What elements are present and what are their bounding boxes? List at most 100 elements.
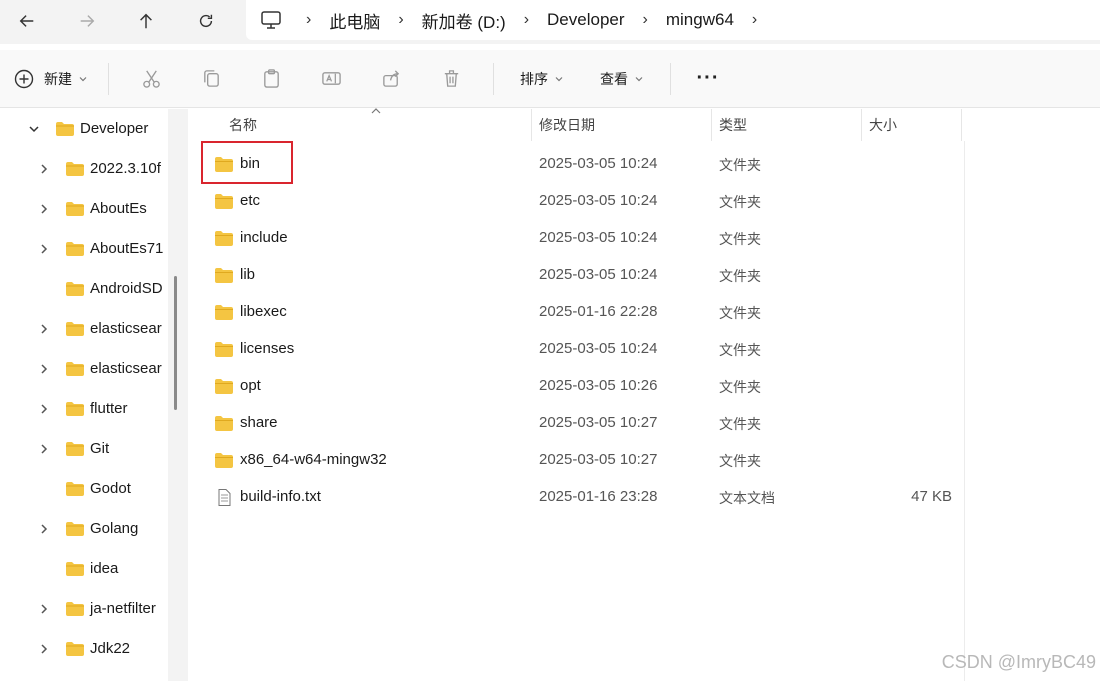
breadcrumb-item-developer[interactable]: Developer — [537, 10, 635, 30]
file-modified: 2025-01-16 22:28 — [539, 303, 658, 320]
sidebar-item[interactable]: idea — [0, 549, 168, 589]
column-header-size[interactable]: 大小 — [859, 109, 959, 141]
sidebar-item[interactable]: AboutEs71 — [0, 229, 168, 269]
file-type: 文件夹 — [719, 453, 761, 469]
column-header-modified[interactable]: 修改日期 — [529, 109, 709, 141]
back-button[interactable] — [12, 8, 42, 34]
more-options-button[interactable]: ··· — [683, 59, 733, 99]
folder-icon — [56, 122, 74, 136]
refresh-button[interactable] — [191, 8, 221, 34]
chevron-right-icon[interactable] — [37, 362, 51, 376]
column-header-type[interactable]: 类型 — [709, 109, 859, 141]
chevron-right-icon[interactable]: › — [516, 11, 537, 29]
chevron-down-icon[interactable] — [27, 122, 41, 136]
breadcrumb-item-drive-d[interactable]: 新加卷 (D:) — [412, 8, 516, 33]
chevron-right-icon[interactable] — [37, 242, 51, 256]
breadcrumb-item-this-pc[interactable]: 此电脑 — [319, 8, 390, 33]
refresh-icon — [199, 14, 213, 28]
sidebar-item[interactable]: Godot — [0, 469, 168, 509]
chevron-right-icon[interactable] — [37, 402, 51, 416]
file-row[interactable]: share 2025-03-05 10:27 文件夹 — [198, 405, 964, 442]
chevron-right-icon[interactable] — [37, 442, 51, 456]
file-name: lib — [240, 266, 256, 283]
file-row[interactable]: licenses 2025-03-05 10:24 文件夹 — [198, 331, 964, 368]
copy-icon — [203, 70, 219, 87]
chevron-right-icon[interactable] — [37, 322, 51, 336]
folder-icon — [215, 342, 233, 357]
file-name: share — [240, 414, 278, 431]
chevron-right-icon[interactable]: › — [635, 11, 656, 29]
sidebar-item[interactable]: elasticsear — [0, 309, 168, 349]
highlight-box — [201, 141, 293, 184]
sidebar-item-label: Git — [90, 440, 110, 457]
toolbar-divider — [493, 62, 494, 95]
file-row[interactable]: x86_64-w64-mingw32 2025-03-05 10:27 文件夹 — [198, 442, 964, 479]
pane-divider[interactable] — [168, 109, 188, 681]
copy-button[interactable] — [181, 59, 241, 99]
folder-icon — [215, 194, 233, 209]
chevron-right-icon[interactable] — [37, 202, 51, 216]
folder-icon — [215, 453, 233, 468]
sidebar-scrollbar[interactable] — [174, 276, 177, 410]
column-divider[interactable] — [961, 109, 962, 141]
chevron-right-icon[interactable]: › — [744, 11, 765, 29]
file-row[interactable]: build-info.txt 2025-01-16 23:28 文本文档 47 KB — [198, 479, 964, 516]
folder-icon — [66, 522, 84, 536]
chevron-right-icon[interactable]: › — [298, 11, 319, 29]
file-name: x86_64-w64-mingw32 — [240, 451, 387, 468]
folder-icon — [66, 602, 84, 616]
paste-button[interactable] — [241, 59, 301, 99]
sidebar-item-label: Developer — [80, 120, 149, 137]
file-row[interactable]: bin 2025-03-05 10:24 文件夹 — [198, 146, 964, 183]
sidebar-item[interactable]: flutter — [0, 389, 168, 429]
folder-icon — [66, 242, 84, 256]
cut-button[interactable] — [121, 59, 181, 99]
folder-icon — [66, 202, 84, 216]
file-size: 47 KB — [911, 488, 952, 505]
sidebar-item[interactable]: 2022.3.10f — [0, 149, 168, 189]
file-modified: 2025-01-16 23:28 — [539, 488, 658, 505]
chevron-right-icon[interactable] — [37, 522, 51, 536]
sidebar-item[interactable]: Golang — [0, 509, 168, 549]
share-button[interactable] — [361, 59, 421, 99]
sort-button[interactable]: 排序 — [188, 69, 578, 179]
sidebar-item[interactable]: ja-netfilter — [0, 589, 168, 629]
sidebar-item[interactable]: elasticsear — [0, 349, 168, 389]
delete-button[interactable] — [421, 59, 481, 99]
sidebar-item[interactable]: AndroidSD — [0, 269, 168, 309]
file-row[interactable]: etc 2025-03-05 10:24 文件夹 — [198, 183, 964, 220]
folder-icon — [66, 482, 84, 496]
chevron-right-icon[interactable] — [37, 602, 51, 616]
sidebar-item-developer[interactable]: Developer — [0, 109, 168, 149]
breadcrumb-item-mingw64[interactable]: mingw64 — [656, 10, 744, 30]
folder-icon — [215, 305, 233, 320]
view-button-label: 查看 — [600, 70, 628, 87]
file-modified: 2025-03-05 10:26 — [539, 377, 658, 394]
view-button[interactable]: 查看 — [188, 69, 658, 179]
file-type: 文件夹 — [719, 157, 761, 173]
arrow-right-icon — [80, 15, 95, 27]
scissors-icon — [142, 70, 160, 88]
up-button[interactable] — [131, 8, 161, 34]
chevron-right-icon[interactable] — [37, 642, 51, 656]
new-button-label: 新建 — [44, 70, 72, 87]
chevron-right-icon[interactable] — [37, 162, 51, 176]
file-row[interactable]: libexec 2025-01-16 22:28 文件夹 — [198, 294, 964, 331]
chevron-right-icon[interactable]: › — [390, 11, 411, 29]
computer-icon[interactable] — [260, 10, 282, 30]
forward-button[interactable] — [72, 8, 102, 34]
new-button[interactable]: 新建 — [14, 69, 88, 89]
sidebar-item-label: 2022.3.10f — [90, 160, 161, 177]
sidebar-item[interactable]: Jdk22 — [0, 629, 168, 669]
file-row[interactable]: include 2025-03-05 10:24 文件夹 — [198, 220, 964, 257]
sidebar-item[interactable]: Git — [0, 429, 168, 469]
file-row[interactable]: opt 2025-03-05 10:26 文件夹 — [198, 368, 964, 405]
file-row[interactable]: lib 2025-03-05 10:24 文件夹 — [198, 257, 964, 294]
column-header-name[interactable]: 名称 — [219, 109, 529, 141]
sidebar-item[interactable]: AboutEs — [0, 189, 168, 229]
folder-icon — [215, 268, 233, 283]
sidebar-item-label: Godot — [90, 480, 131, 497]
rename-button[interactable] — [301, 59, 361, 99]
file-type: 文件夹 — [719, 342, 761, 358]
file-modified: 2025-03-05 10:24 — [539, 155, 658, 172]
